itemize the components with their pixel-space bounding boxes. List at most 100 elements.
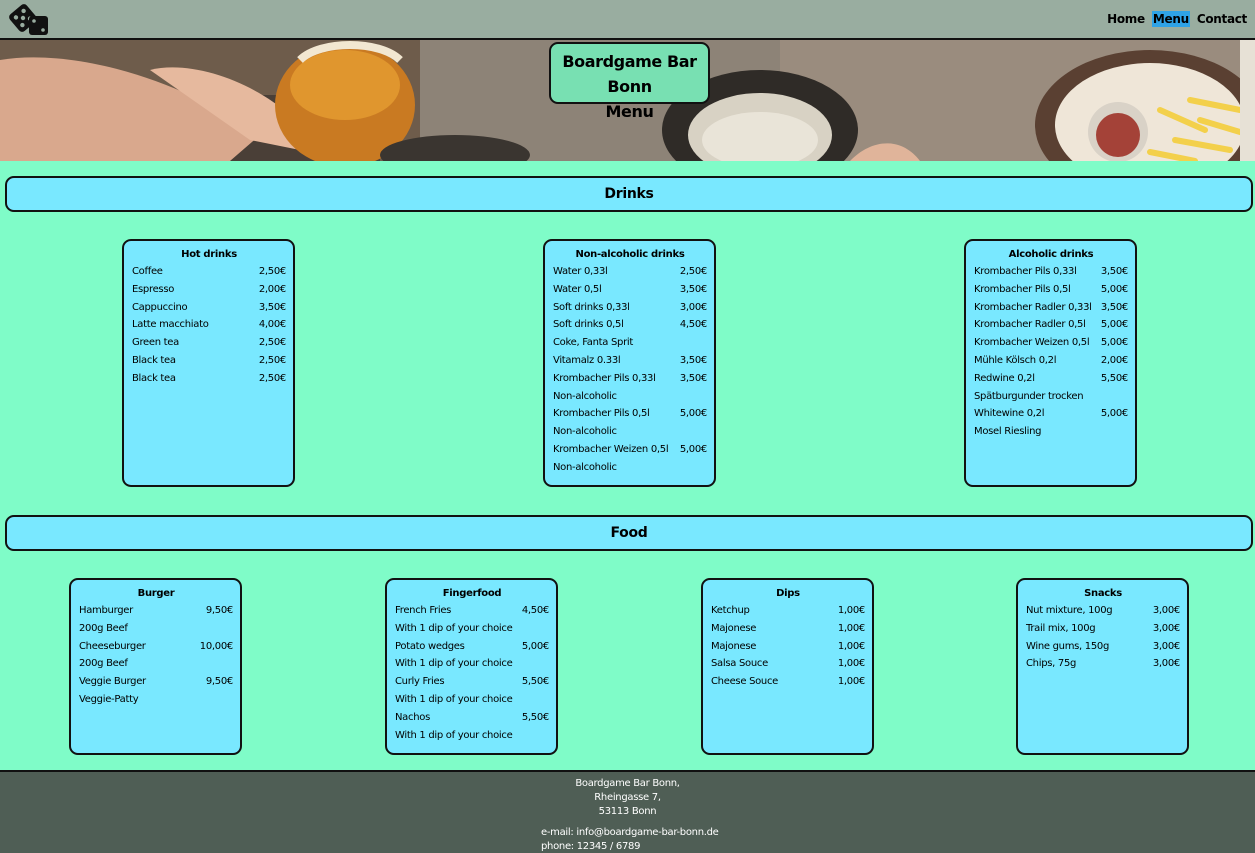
menu-item-name: Whitewine 0,2l <box>974 408 1045 420</box>
card-title: Hot drinks <box>181 249 237 260</box>
menu-item-row: With 1 dip of your choice <box>395 730 549 748</box>
menu-item-price: 3,00€ <box>1152 605 1180 616</box>
menu-item-row: Latte macchiato 4,00€ <box>132 319 286 337</box>
menu-item-row: Vitamalz 0.33l 3,50€ <box>553 355 707 373</box>
menu-item-name: Veggie-Patty <box>79 693 139 705</box>
menu-item-row: Curly Fries 5,50€ <box>395 676 549 694</box>
menu-item-price: 2,50€ <box>258 337 286 349</box>
menu-item-row: Krombacher Radler 0,33l 3,50€ <box>974 302 1128 320</box>
menu-item-row: Spätburgunder trocken <box>974 391 1128 409</box>
menu-item-name: Water 0,33l <box>553 266 608 277</box>
menu-item-name: With 1 dip of your choice <box>395 622 513 634</box>
menu-item-row: Cheese Souce 1,00€ <box>711 676 865 694</box>
menu-item-name: Coke, Fanta Sprit <box>553 337 633 349</box>
menu-item-price: 5,00€ <box>1100 319 1128 331</box>
menu-item-row: With 1 dip of your choice <box>395 658 549 676</box>
nav-contact-link[interactable]: Contact <box>1196 11 1248 27</box>
menu-item-row: Krombacher Pils 0,33l 3,50€ <box>974 266 1128 284</box>
menu-item-row: Veggie Burger 9,50€ <box>79 676 233 694</box>
footer-address-line: Boardgame Bar Bonn, <box>575 778 680 789</box>
menu-item-name: With 1 dip of your choice <box>395 658 513 670</box>
page-title-line2: Menu <box>605 102 654 121</box>
menu-item-row: Krombacher Weizen 0,5l 5,00€ <box>553 444 707 462</box>
menu-item-row: With 1 dip of your choice <box>395 694 549 712</box>
menu-item-row: Mosel Riesling <box>974 426 1128 444</box>
nav-menu-link[interactable]: Menu <box>1151 11 1190 27</box>
menu-item-price: 3,00€ <box>1152 658 1180 670</box>
menu-item-row: Whitewine 0,2l 5,00€ <box>974 408 1128 426</box>
menu-item-name: Black tea <box>132 372 176 384</box>
menu-item-row: 200g Beef <box>79 623 233 641</box>
menu-item-row: Wine gums, 150g 3,00€ <box>1026 641 1180 659</box>
menu-item-row: Nachos 5,50€ <box>395 712 549 730</box>
menu-item-name: Non-alcoholic <box>553 426 617 438</box>
menu-item-price: 3,50€ <box>679 354 707 366</box>
burger-card: Burger Hamburger 9,50€ 200g Beef Cheeseburge… <box>69 578 242 755</box>
menu-item-row: Mühle Kölsch 0,2l 2,00€ <box>974 355 1128 373</box>
menu-item-name: Salsa Souce <box>711 658 768 670</box>
menu-item-price: 1,00€ <box>837 676 865 688</box>
menu-item-name: Cheeseburger <box>79 640 146 652</box>
menu-item-row: Green tea 2,50€ <box>132 337 286 355</box>
menu-item-name: Latte macchiato <box>132 319 209 331</box>
dips-card: Dips Ketchup 1,00€ Majonese 1,00€ Majonese 1,0… <box>701 578 874 755</box>
menu-item-price: 2,50€ <box>679 266 707 277</box>
menu-item-row: Cappuccino 3,50€ <box>132 302 286 320</box>
menu-item-row: Krombacher Pils 0,5l 5,00€ <box>974 284 1128 302</box>
menu-item-price: 4,50€ <box>521 605 549 616</box>
menu-item-price: 4,00€ <box>258 319 286 331</box>
menu-item-name: Krombacher Pils 0,5l <box>553 408 650 420</box>
footer-address-line: Rheingasse 7, <box>594 792 661 803</box>
menu-item-price: 5,00€ <box>1100 408 1128 420</box>
nav-home-link[interactable]: Home <box>1106 11 1146 27</box>
card-title: Snacks <box>1084 588 1122 599</box>
menu-item-price: 10,00€ <box>199 640 234 652</box>
menu-item-name: Chips, 75g <box>1026 658 1077 670</box>
menu-item-row: Krombacher Pils 0,33l 3,50€ <box>553 373 707 391</box>
menu-item-row: Water 0,33l 2,50€ <box>553 266 707 284</box>
menu-item-name: Spätburgunder trocken <box>974 390 1084 402</box>
non-alcoholic-drinks-card: Non-alcoholic drinks Water 0,33l 2,50€ Wate… <box>543 239 716 487</box>
menu-item-row: Soft drinks 0,33l 3,00€ <box>553 302 707 320</box>
menu-item-row: Veggie-Patty <box>79 694 233 712</box>
menu-item-name: Krombacher Weizen 0,5l <box>974 337 1090 349</box>
menu-item-price: 9,50€ <box>205 676 233 688</box>
menu-item-name: Krombacher Pils 0,5l <box>974 283 1071 295</box>
drinks-section-header: Drinks <box>5 176 1253 212</box>
alcoholic-drinks-card: Alcoholic drinks Krombacher Pils 0,33l 3,5… <box>964 239 1137 487</box>
menu-item-row: Trail mix, 100g 3,00€ <box>1026 623 1180 641</box>
menu-item-name: Krombacher Radler 0,33l <box>974 301 1092 313</box>
nav-links: Home Menu Contact <box>1106 11 1248 27</box>
menu-item-row: Black tea 2,50€ <box>132 355 286 373</box>
menu-item-price: 1,00€ <box>837 658 865 670</box>
footer-phone: phone: 12345 / 6789 <box>541 841 641 852</box>
menu-item-row: Ketchup 1,00€ <box>711 605 865 623</box>
menu-item-name: Coffee <box>132 266 163 277</box>
top-navbar: Home Menu Contact <box>0 0 1255 40</box>
menu-item-price: 3,00€ <box>1152 640 1180 652</box>
menu-item-price: 5,00€ <box>1100 337 1128 349</box>
menu-item-row: Krombacher Radler 0,5l 5,00€ <box>974 319 1128 337</box>
card-title: Fingerfood <box>442 588 502 599</box>
menu-item-price: 5,00€ <box>1100 283 1128 295</box>
menu-item-name: Hamburger <box>79 605 133 616</box>
menu-item-price: 5,00€ <box>521 640 549 652</box>
menu-item-price: 3,00€ <box>679 301 707 313</box>
menu-item-row: Majonese 1,00€ <box>711 641 865 659</box>
menu-item-row: Water 0,5l 3,50€ <box>553 284 707 302</box>
footer-email[interactable]: e-mail: info@boardgame-bar-bonn.de <box>541 826 719 840</box>
menu-item-name: Wine gums, 150g <box>1026 640 1110 652</box>
menu-item-name: 200g Beef <box>79 658 128 670</box>
menu-item-name: Green tea <box>132 337 179 349</box>
dice-icon[interactable] <box>9 4 51 36</box>
menu-item-price: 5,50€ <box>521 711 549 723</box>
card-title: Dips <box>776 588 800 599</box>
menu-item-row: Black tea 2,50€ <box>132 373 286 391</box>
menu-item-row: Majonese 1,00€ <box>711 623 865 641</box>
snacks-card: Snacks Nut mixture, 100g 3,00€ Trail mix, 1… <box>1016 578 1189 755</box>
menu-item-price: 1,00€ <box>837 640 865 652</box>
card-title: Burger <box>137 588 175 599</box>
menu-item-name: Trail mix, 100g <box>1026 622 1096 634</box>
menu-item-name: With 1 dip of your choice <box>395 693 513 705</box>
menu-item-name: Krombacher Weizen 0,5l <box>553 443 669 455</box>
